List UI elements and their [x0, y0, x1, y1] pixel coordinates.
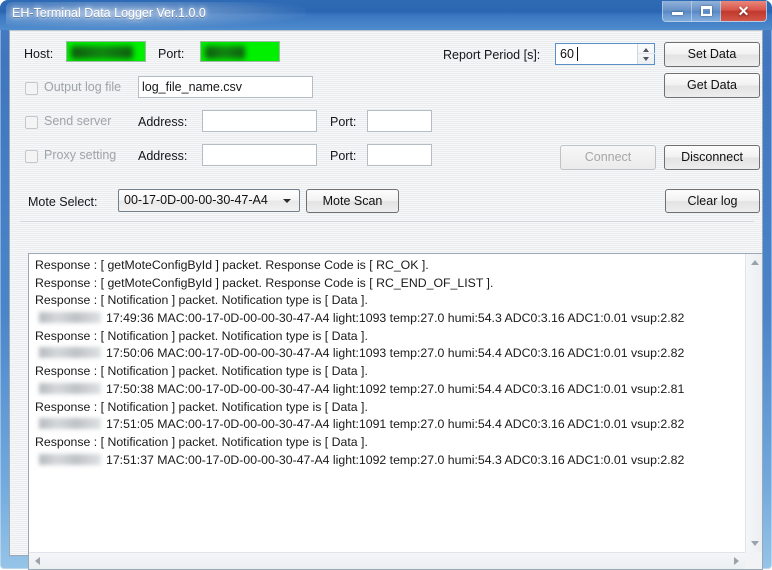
host-input[interactable] [66, 41, 146, 62]
log-line: 17:49:36 MAC:00-17-0D-00-00-30-47-A4 lig… [35, 310, 739, 328]
port-value-redacted [205, 46, 245, 59]
log-line-text: 17:50:06 MAC:00-17-0D-00-00-30-47-A4 lig… [106, 346, 685, 361]
log-line: Response : [ Notification ] packet. Noti… [35, 328, 739, 346]
proxy-address-label: Address: [138, 149, 188, 163]
maximize-button[interactable] [692, 1, 721, 21]
send-server-address-input[interactable] [202, 110, 317, 132]
title-bar[interactable]: EH-Terminal Data Logger Ver.1.0.0 ✕ [0, 0, 772, 30]
send-server-checkbox[interactable] [25, 116, 38, 129]
report-period-value: 60 [560, 47, 574, 61]
log-line: Response : [ Notification ] packet. Noti… [35, 399, 739, 417]
log-date-redacted [39, 312, 101, 324]
close-button[interactable]: ✕ [721, 1, 766, 21]
client-background: Host: Port: Report Period [s]: 60 Set Da… [10, 31, 763, 570]
log-line-text: 17:49:36 MAC:00-17-0D-00-00-30-47-A4 lig… [106, 311, 685, 326]
proxy-address-input[interactable] [202, 144, 317, 166]
client-area: Host: Port: Report Period [s]: 60 Set Da… [9, 30, 763, 570]
output-log-checkbox[interactable] [25, 82, 38, 95]
port-label: Port: [158, 47, 185, 61]
log-line-text: Response : [ getMoteConfigById ] packet.… [35, 258, 429, 272]
log-horizontal-scrollbar[interactable] [29, 552, 745, 569]
send-server-port-label: Port: [330, 115, 357, 129]
log-line-text: 17:51:05 MAC:00-17-0D-00-00-30-47-A4 lig… [106, 417, 685, 432]
output-log-label: Output log file [44, 80, 122, 94]
minimize-icon [672, 12, 683, 15]
log-line-text: Response : [ Notification ] packet. Noti… [35, 328, 368, 343]
log-line-text: Response : [ Notification ] packet. Noti… [35, 399, 368, 414]
log-date-redacted [39, 453, 101, 465]
log-line-text: 17:51:37 MAC:00-17-0D-00-00-30-47-A4 lig… [106, 452, 685, 467]
send-server-port-input[interactable] [367, 110, 432, 132]
scroll-up-icon[interactable] [746, 254, 762, 271]
log-line: 17:51:05 MAC:00-17-0D-00-00-30-47-A4 lig… [35, 416, 739, 434]
log-line-text: Response : [ Notification ] packet. Noti… [35, 364, 368, 379]
proxy-setting-checkbox[interactable] [25, 150, 38, 163]
send-server-label: Send server [44, 114, 112, 128]
log-line: 17:50:06 MAC:00-17-0D-00-00-30-47-A4 lig… [35, 345, 739, 363]
log-line-text: Response : [ getMoteConfigById ] packet.… [35, 275, 494, 290]
mote-select-dropdown[interactable]: 00-17-0D-00-00-30-47-A4 [118, 189, 300, 212]
log-line: Response : [ Notification ] packet. Noti… [35, 292, 739, 310]
log-line-list: Response : [ getMoteConfigById ] packet.… [29, 257, 745, 469]
log-line: Response : [ Notification ] packet. Noti… [35, 434, 739, 452]
host-value-redacted [71, 46, 133, 59]
log-vertical-scrollbar[interactable] [745, 254, 762, 552]
clear-log-button[interactable]: Clear log [665, 189, 760, 213]
chevron-down-icon [283, 199, 291, 203]
log-date-redacted [39, 347, 101, 359]
log-line-text: Response : [ Notification ] packet. Noti… [35, 434, 368, 449]
section-divider [20, 221, 754, 222]
scroll-down-icon[interactable] [746, 535, 762, 552]
report-period-stepper[interactable]: 60 [555, 43, 655, 65]
stepper-buttons [637, 44, 655, 64]
log-file-name-input[interactable]: log_file_name.csv [138, 76, 313, 98]
get-data-button[interactable]: Get Data [664, 73, 760, 98]
log-line: 17:50:38 MAC:00-17-0D-00-00-30-47-A4 lig… [35, 381, 739, 399]
log-line: Response : [ getMoteConfigById ] packet.… [35, 257, 739, 275]
log-line-text: Response : [ Notification ] packet. Noti… [35, 293, 368, 308]
disconnect-button[interactable]: Disconnect [664, 145, 760, 170]
proxy-setting-label: Proxy setting [44, 148, 117, 162]
send-server-address-label: Address: [138, 115, 188, 129]
log-output-panel[interactable]: Response : [ getMoteConfigById ] packet.… [28, 253, 763, 570]
scroll-left-icon[interactable] [29, 553, 46, 569]
application-window: EH-Terminal Data Logger Ver.1.0.0 ✕ Host… [0, 0, 772, 570]
log-line: 17:51:37 MAC:00-17-0D-00-00-30-47-A4 lig… [35, 452, 739, 470]
close-icon: ✕ [737, 3, 750, 19]
proxy-port-label: Port: [330, 149, 357, 163]
mote-select-value: 00-17-0D-00-00-30-47-A4 [124, 193, 268, 207]
log-line-text: 17:50:38 MAC:00-17-0D-00-00-30-47-A4 lig… [106, 381, 685, 396]
connect-button[interactable]: Connect [560, 145, 656, 170]
report-period-label: Report Period [s]: [443, 48, 541, 62]
maximize-icon [701, 6, 712, 16]
log-date-redacted [39, 382, 101, 394]
log-date-redacted [39, 418, 101, 430]
text-caret [577, 47, 578, 61]
window-title: EH-Terminal Data Logger Ver.1.0.0 [12, 6, 206, 20]
stepper-decrement-button[interactable] [638, 54, 655, 64]
mote-select-label: Mote Select: [28, 195, 98, 209]
log-line: Response : [ getMoteConfigById ] packet.… [35, 275, 739, 293]
minimize-button[interactable] [663, 1, 692, 21]
scroll-right-icon[interactable] [728, 553, 745, 569]
scrollbar-corner [745, 552, 762, 569]
port-input[interactable] [200, 41, 280, 62]
window-controls: ✕ [662, 1, 767, 22]
stepper-increment-button[interactable] [638, 44, 655, 54]
set-data-button[interactable]: Set Data [664, 42, 760, 67]
host-label: Host: [24, 47, 54, 61]
log-line: Response : [ Notification ] packet. Noti… [35, 363, 739, 381]
proxy-port-input[interactable] [367, 144, 432, 166]
mote-scan-button[interactable]: Mote Scan [306, 189, 399, 213]
